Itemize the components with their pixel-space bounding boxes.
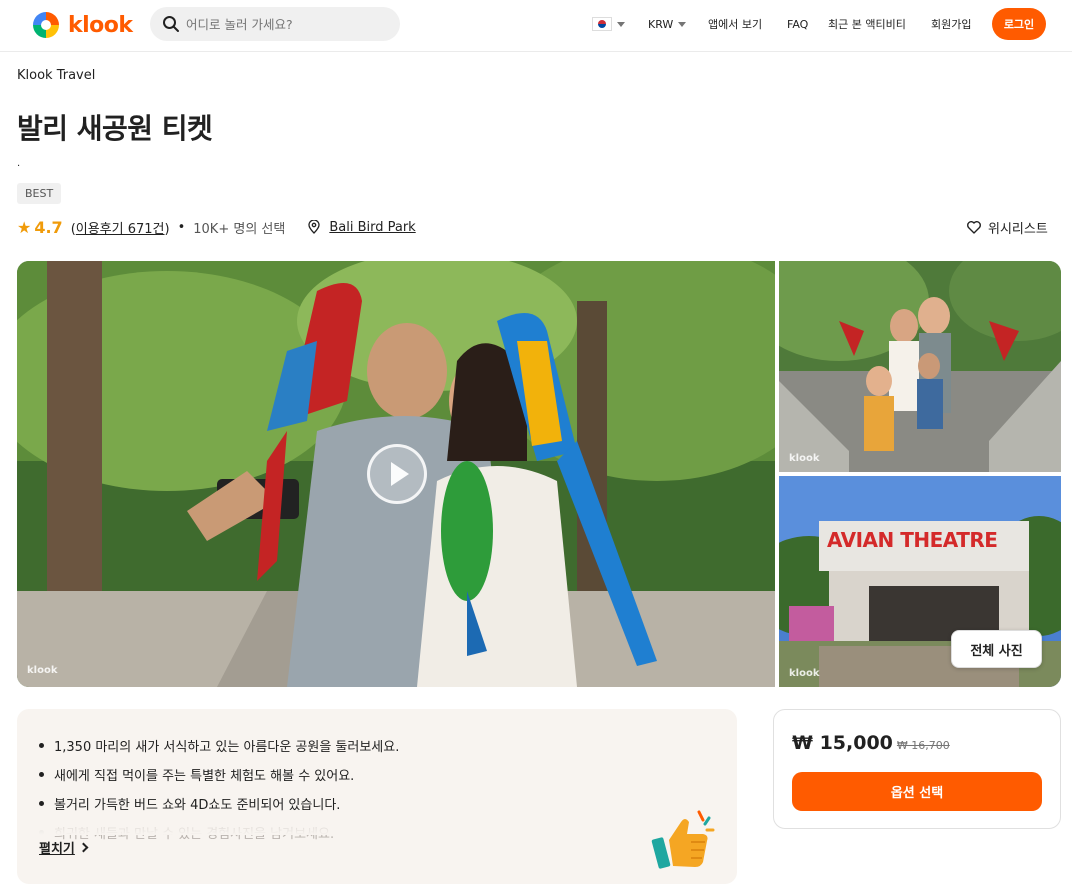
best-badge: BEST: [17, 183, 62, 204]
bullet-icon: [39, 772, 44, 777]
booked-count: 10K+ 명의 선택: [193, 221, 286, 237]
wishlist-label: 위시리스트: [988, 221, 1048, 237]
highlight-text: 볼거리 가득한 버드 쇼와 4D쇼도 준비되어 있습니다.: [54, 798, 341, 813]
play-video-button[interactable]: [367, 444, 427, 504]
play-icon: [390, 462, 409, 486]
wishlist-button[interactable]: 위시리스트: [966, 217, 1048, 237]
highlight-item: 새에게 직접 먹이를 주는 특별한 체험도 해볼 수 있어요.: [39, 760, 399, 789]
thumbs-up-illustration-icon: [651, 810, 715, 869]
fade-overlay: [17, 819, 737, 835]
price-row: ₩ 15,000 ₩ 16,700: [792, 732, 950, 754]
klook-logo-icon: [33, 12, 59, 38]
app-download-link[interactable]: 앱에서 보기: [708, 0, 762, 48]
korea-flag-icon: [592, 17, 612, 31]
klook-logo[interactable]: klook: [30, 10, 133, 40]
price-card: ₩ 15,000 ₩ 16,700 옵션 선택: [773, 709, 1061, 829]
subtitle-dot: .: [17, 158, 21, 169]
select-option-button[interactable]: 옵션 선택: [792, 772, 1042, 811]
location-name: Bali Bird Park: [329, 219, 416, 235]
breadcrumb[interactable]: Klook Travel: [17, 68, 95, 83]
star-icon: ★: [17, 217, 32, 237]
separator-dot: •: [177, 219, 186, 235]
heart-icon: [967, 221, 981, 234]
reviews-close-paren: ): [164, 221, 170, 237]
highlight-text: 1,350 마리의 새가 서식하고 있는 아름다운 공원을 둘러보세요.: [54, 740, 400, 755]
top-header: klook KRW 앱에서 보기 FAQ 최근 본 액티비티 회원가입 로그인: [0, 0, 1072, 52]
rating-row: ★ 4.7 (이용후기 671건) • 10K+ 명의 선택 Bali Bird…: [17, 217, 416, 237]
language-selector[interactable]: [592, 0, 625, 48]
reviews-link[interactable]: (이용후기 671건): [71, 218, 170, 237]
main-photo[interactable]: klook: [17, 261, 775, 687]
logo-text: klook: [68, 12, 133, 38]
search-bar[interactable]: [150, 7, 400, 41]
reviews-count: 이용후기 671건: [75, 221, 165, 237]
page-title: 발리 새공원 티켓: [17, 112, 213, 145]
faq-link[interactable]: FAQ: [787, 0, 808, 48]
signup-link[interactable]: 회원가입: [931, 0, 971, 48]
current-price: ₩ 15,000: [792, 732, 893, 754]
view-all-photos-button[interactable]: 전체 사진: [951, 630, 1042, 668]
rating-value: 4.7: [34, 217, 63, 237]
avian-theatre-sign: AVIAN THEATRE: [827, 528, 998, 552]
location-link[interactable]: Bali Bird Park: [307, 219, 416, 235]
family-with-parrots-image: [779, 261, 1061, 472]
klook-watermark: klook: [789, 668, 820, 679]
search-input[interactable]: [186, 16, 386, 32]
klook-watermark: klook: [27, 665, 58, 676]
bullet-icon: [39, 801, 44, 806]
highlights-box: 1,350 마리의 새가 서식하고 있는 아름다운 공원을 둘러보세요. 새에게…: [17, 709, 737, 884]
highlight-item: 1,350 마리의 새가 서식하고 있는 아름다운 공원을 둘러보세요.: [39, 731, 399, 760]
klook-watermark: klook: [789, 453, 820, 464]
highlight-text: 새에게 직접 먹이를 주는 특별한 체험도 해볼 수 있어요.: [54, 769, 355, 784]
chevron-down-icon: [678, 21, 687, 27]
location-pin-icon: [308, 220, 320, 234]
login-button[interactable]: 로그인: [992, 8, 1046, 40]
currency-selector[interactable]: KRW: [648, 0, 687, 48]
expand-button[interactable]: 펼치기: [39, 838, 89, 857]
chevron-right-icon: [78, 842, 89, 853]
chevron-down-icon: [617, 21, 625, 27]
bullet-icon: [39, 743, 44, 748]
recently-viewed-link[interactable]: 최근 본 액티비티: [828, 0, 906, 48]
side-photo-family[interactable]: klook: [779, 261, 1061, 472]
currency-label: KRW: [648, 17, 674, 31]
original-price: ₩ 16,700: [896, 739, 950, 752]
search-icon: [163, 16, 179, 32]
highlight-item: 볼거리 가득한 버드 쇼와 4D쇼도 준비되어 있습니다.: [39, 789, 399, 818]
expand-label: 펼치기: [39, 842, 75, 857]
